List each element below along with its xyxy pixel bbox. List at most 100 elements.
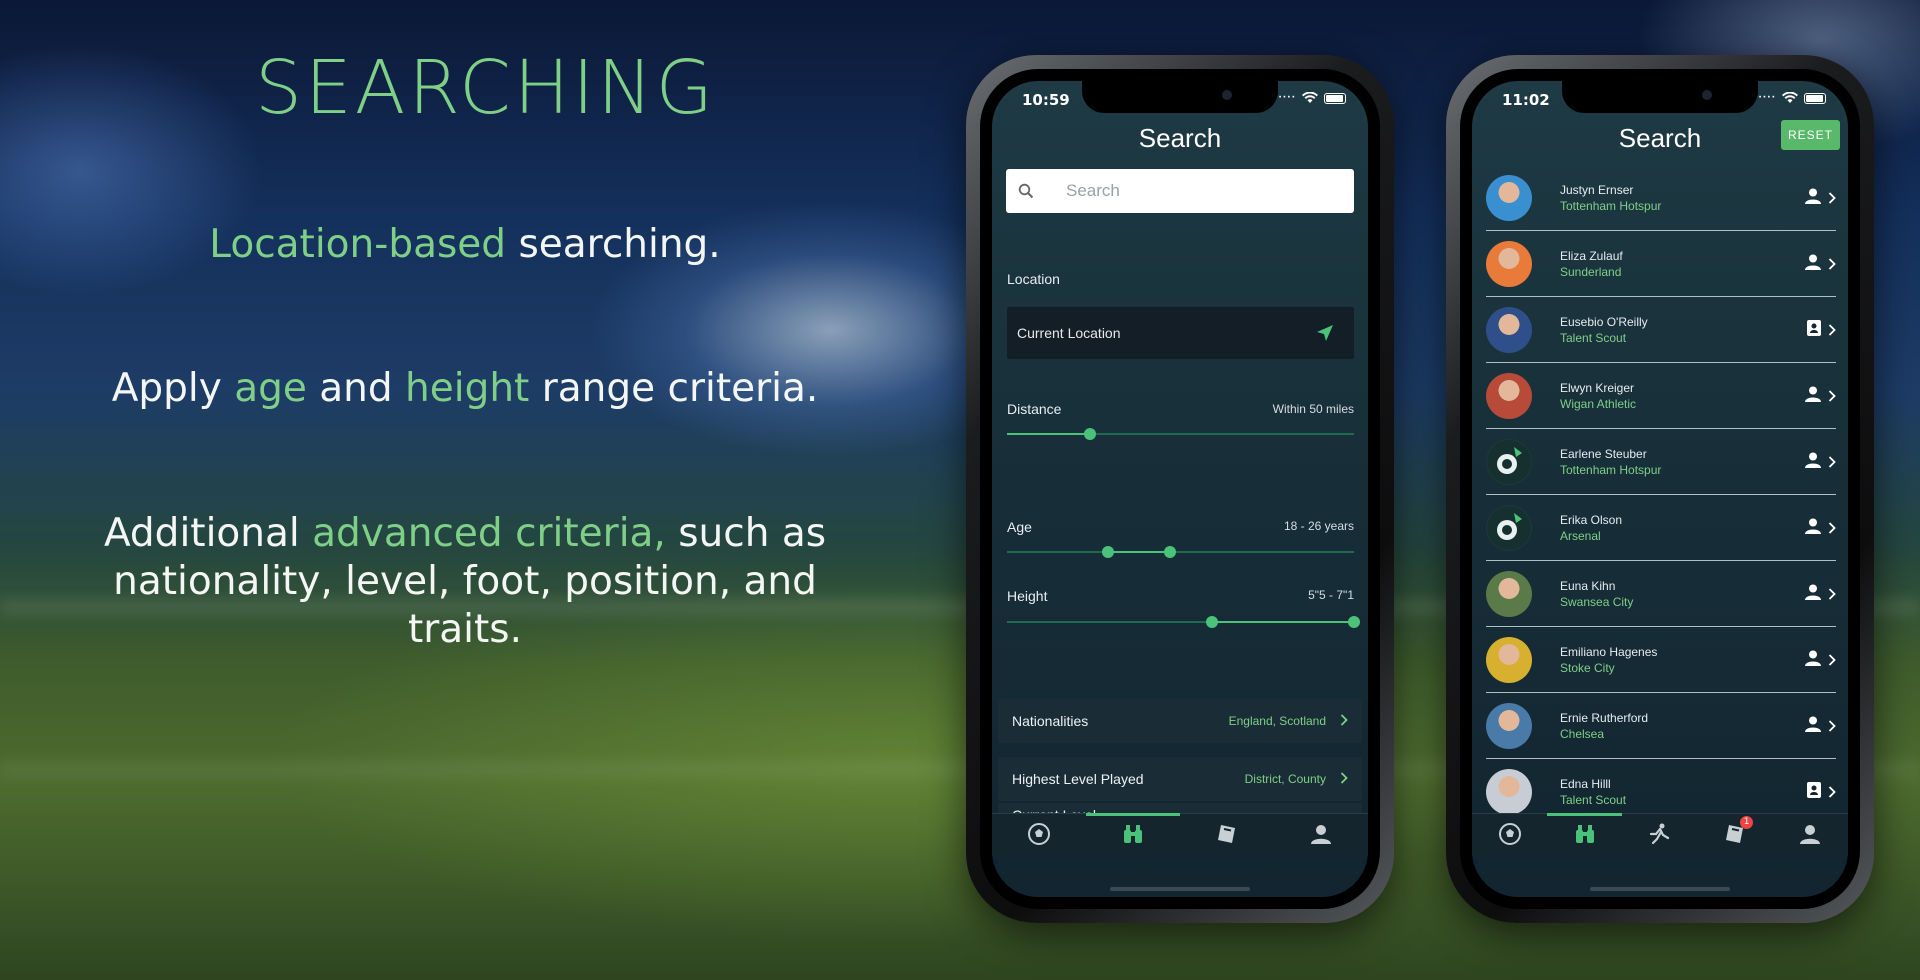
avatar xyxy=(1486,571,1532,617)
avatar xyxy=(1486,505,1532,551)
binoculars-icon[interactable] xyxy=(1573,822,1597,850)
caption-highlight: advanced criteria, xyxy=(312,511,666,556)
age-slider-min-thumb[interactable] xyxy=(1101,546,1114,558)
status-icons: ···· xyxy=(1278,92,1346,104)
list-item[interactable]: Eusebio O'Reilly Talent Scout xyxy=(1472,297,1848,363)
height-slider-max-thumb[interactable] xyxy=(1348,616,1360,628)
age-range-slider[interactable] xyxy=(1007,546,1354,558)
list-item[interactable]: Ernie Rutherford Chelsea xyxy=(1472,693,1848,759)
distance-value: Within 50 miles xyxy=(1272,402,1354,416)
caption-highlight: Location-based xyxy=(209,222,507,267)
row-actions xyxy=(1804,715,1836,737)
signal-icon: ···· xyxy=(1278,93,1296,103)
player-icon[interactable] xyxy=(1648,822,1672,850)
row-value: England, Scotland xyxy=(1228,714,1326,728)
distance-slider-fill xyxy=(1007,433,1091,435)
tab-bar xyxy=(992,813,1368,857)
page-title: SEARCHING xyxy=(255,45,716,131)
ball-icon[interactable] xyxy=(1498,822,1522,850)
row-actions xyxy=(1804,517,1836,539)
chevron-right-icon xyxy=(1340,713,1348,729)
phone-search-results: 11:02 ···· Search RESET Justyn Ernser Tot… xyxy=(1446,55,1874,923)
person-icon xyxy=(1804,253,1822,275)
player-name: Elwyn Kreiger xyxy=(1560,381,1635,395)
player-club: Tottenham Hotspur xyxy=(1560,199,1662,213)
row-actions xyxy=(1804,649,1836,671)
id-badge-icon xyxy=(1806,781,1822,803)
search-icon xyxy=(1006,183,1046,199)
wifi-icon xyxy=(1302,92,1318,103)
player-info: Elwyn Kreiger Wigan Athletic xyxy=(1560,381,1636,411)
ball-icon[interactable] xyxy=(1027,822,1051,850)
caption-text: Apply xyxy=(111,366,235,411)
player-club: Swansea City xyxy=(1560,595,1634,609)
ticket-icon[interactable] xyxy=(1215,822,1239,850)
avatar xyxy=(1486,373,1532,419)
player-club: Wigan Athletic xyxy=(1560,397,1637,411)
avatar xyxy=(1486,307,1532,353)
location-field[interactable]: Current Location xyxy=(1007,307,1354,359)
binoculars-icon[interactable] xyxy=(1121,822,1145,850)
chevron-right-icon xyxy=(1340,771,1348,787)
distance-slider[interactable] xyxy=(1007,428,1354,440)
nationalities-row[interactable]: Nationalities England, Scotland xyxy=(998,699,1362,743)
row-actions xyxy=(1804,187,1836,209)
height-slider-min-thumb[interactable] xyxy=(1205,616,1218,628)
profile-icon[interactable] xyxy=(1798,822,1822,850)
avatar xyxy=(1486,439,1532,485)
player-name: Ernie Rutherford xyxy=(1560,711,1649,725)
home-indicator xyxy=(1110,887,1250,891)
notch xyxy=(1082,81,1278,113)
height-value: 5"5 - 7"1 xyxy=(1308,588,1354,602)
chevron-right-icon xyxy=(1828,585,1836,604)
notch xyxy=(1562,81,1758,113)
avatar xyxy=(1486,175,1532,221)
status-time: 11:02 xyxy=(1502,91,1550,109)
player-name: Edna Hilll xyxy=(1560,777,1611,791)
player-info: Edna Hilll Talent Scout xyxy=(1560,777,1626,807)
list-item[interactable]: Justyn Ernser Tottenham Hotspur xyxy=(1472,165,1848,231)
signal-icon: ···· xyxy=(1758,93,1776,103)
ticket-icon[interactable]: 1 xyxy=(1723,815,1754,850)
height-range-slider[interactable] xyxy=(1007,616,1360,628)
player-info: Earlene Steuber Tottenham Hotspur xyxy=(1560,447,1661,477)
player-club: Sunderland xyxy=(1560,265,1622,279)
height-label: Height xyxy=(1007,588,1048,604)
list-item[interactable]: Earlene Steuber Tottenham Hotspur xyxy=(1472,429,1848,495)
caption-text: range criteria. xyxy=(529,366,819,411)
distance-slider-thumb[interactable] xyxy=(1084,428,1097,440)
row-label: Nationalities xyxy=(1012,713,1089,729)
location-arrow-icon[interactable] xyxy=(1316,324,1334,342)
player-name: Erika Olson xyxy=(1560,513,1623,527)
row-actions xyxy=(1804,385,1836,407)
list-item[interactable]: Erika Olson Arsenal xyxy=(1472,495,1848,561)
tab-bar: 1 xyxy=(1472,813,1848,857)
age-label: Age xyxy=(1007,519,1032,535)
age-slider-max-thumb[interactable] xyxy=(1164,546,1177,558)
list-item[interactable]: Eliza Zulauf Sunderland xyxy=(1472,231,1848,297)
person-icon xyxy=(1804,715,1822,737)
caption-location: Location-based searching. xyxy=(100,222,830,267)
nav-title: Search xyxy=(1138,123,1222,153)
caption-highlight: height xyxy=(405,366,530,411)
search-input[interactable] xyxy=(1046,181,1326,201)
phone-screen: 10:59 ···· Search Location Current Locat… xyxy=(992,81,1368,897)
list-item[interactable]: Emiliano Hagenes Stoke City xyxy=(1472,627,1848,693)
avatar xyxy=(1486,703,1532,749)
list-item[interactable]: Elwyn Kreiger Wigan Athletic xyxy=(1472,363,1848,429)
player-name: Euna Kihn xyxy=(1560,579,1616,593)
home-indicator xyxy=(1590,887,1730,891)
profile-icon[interactable] xyxy=(1309,822,1333,850)
highest-level-row[interactable]: Highest Level Played District, County xyxy=(998,757,1362,801)
player-name: Earlene Steuber xyxy=(1560,447,1647,461)
search-bar[interactable] xyxy=(1006,169,1354,213)
player-club: Stoke City xyxy=(1560,661,1615,675)
list-item[interactable]: Euna Kihn Swansea City xyxy=(1472,561,1848,627)
row-value: District, County xyxy=(1244,772,1326,786)
player-info: Emiliano Hagenes Stoke City xyxy=(1560,645,1657,675)
location-value: Current Location xyxy=(1017,325,1121,341)
avatar xyxy=(1486,241,1532,287)
reset-button[interactable]: RESET xyxy=(1780,120,1840,150)
person-icon xyxy=(1804,385,1822,407)
battery-icon xyxy=(1324,92,1346,104)
